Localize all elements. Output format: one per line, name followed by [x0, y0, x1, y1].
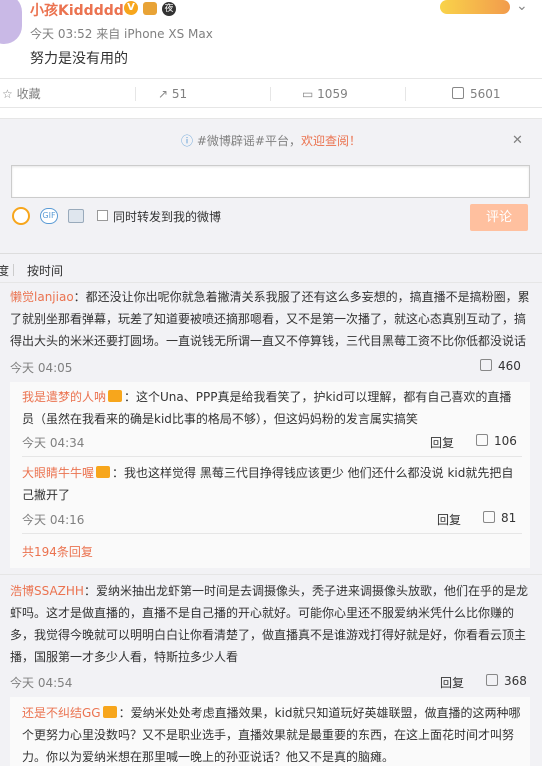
- rumor-notice: ⓘ #微博辟谣#平台，欢迎查阅！: [0, 130, 542, 152]
- thumbs-up-icon: [480, 359, 492, 371]
- reply-item: 大眼睛牛牛喔 ：我也这样觉得 黑莓三代目挣得钱应该更少 他们还什么都没说 kid就…: [22, 462, 522, 506]
- member-badge-icon: [108, 390, 123, 402]
- comment-text: ：都还没让你出呢你就急着撇清关系我服了还有这么多妄想的，搞直播不是搞粉圈，累了就…: [10, 290, 530, 348]
- member-badge-icon: [102, 706, 117, 718]
- post-meta: 今天 03:52 来自 iPhone XS Max: [30, 27, 213, 41]
- member-badge-icon: [96, 466, 111, 478]
- sort-hot[interactable]: 度: [0, 262, 9, 279]
- info-icon: ⓘ: [181, 134, 194, 148]
- thumbs-up-icon: [476, 434, 488, 446]
- reply-button[interactable]: 回复: [437, 511, 461, 528]
- emoji-icon[interactable]: [12, 207, 30, 225]
- thumbs-up-icon: [486, 674, 498, 686]
- reply-like-count: 81: [501, 511, 517, 525]
- comment-icon: ▭: [302, 87, 314, 101]
- comment-count: 1059: [317, 87, 348, 101]
- reply-author[interactable]: 我是遣梦的人呐: [22, 390, 106, 404]
- sort-time[interactable]: 按时间: [27, 262, 63, 279]
- action-bar: ☆ 收藏 ↗ 51 ▭ 1059 5601: [0, 78, 542, 108]
- star-icon: ☆: [2, 87, 13, 101]
- post-username[interactable]: 小孩Kiddddd: [30, 0, 124, 20]
- favorite-button[interactable]: ☆ 收藏: [2, 79, 41, 109]
- reply-like-count: 106: [494, 434, 517, 448]
- promo-banner[interactable]: [440, 0, 510, 14]
- repost-checkbox[interactable]: [97, 210, 108, 221]
- comment-like-count: 368: [504, 674, 527, 688]
- comment-button[interactable]: ▭ 1059: [302, 79, 348, 109]
- night-badge-icon: 夜: [162, 2, 176, 16]
- gif-icon[interactable]: GIF: [40, 208, 58, 224]
- comment-like-button[interactable]: 460: [480, 359, 521, 373]
- comment-author[interactable]: 懒觉lanjiao: [10, 290, 74, 304]
- reply-like-button[interactable]: 81: [483, 511, 516, 525]
- comment-item: 浩博SSAZHH：爱纳米抽出龙虾第一时间是去调摄像头，秃子进来调摄像头放歌，他们…: [10, 580, 530, 668]
- reply-time: 今天 04:34: [22, 436, 85, 450]
- post-content: 努力是没有用的: [30, 51, 128, 67]
- comment-time: 今天 04:54: [10, 676, 73, 690]
- avatar[interactable]: [0, 0, 22, 44]
- reply-time: 今天 04:16: [22, 513, 85, 527]
- favorite-label: 收藏: [16, 87, 41, 101]
- repost-checkbox-label: 同时转发到我的微博: [113, 210, 222, 224]
- chevron-down-icon[interactable]: ⌄: [516, 0, 528, 14]
- like-count: 5601: [470, 87, 501, 101]
- repost-button[interactable]: ↗ 51: [158, 79, 187, 109]
- reply-author[interactable]: 大眼睛牛牛喔: [22, 466, 94, 480]
- member-badge-icon: [143, 2, 157, 15]
- comment-author[interactable]: 浩博SSAZHH: [10, 584, 84, 598]
- reply-item: 还是不纠结GG ：爱纳米处处考虑直播效果，kid就只知道玩好英雄联盟，做直播的这两…: [22, 702, 522, 768]
- reply-item: 我是遣梦的人呐 ：这个Una、PPP真是给我看笑了，护kid可以理解，都有自己喜欢…: [22, 386, 522, 430]
- comment-item: 懒觉lanjiao：都还没让你出呢你就急着撇清关系我服了还有这么多妄想的，搞直播…: [10, 286, 530, 352]
- verified-badge-icon: V: [124, 1, 138, 15]
- comment-input[interactable]: [11, 165, 530, 198]
- comment-time: 今天 04:05: [10, 361, 73, 375]
- reply-like-button[interactable]: 106: [476, 434, 517, 448]
- reply-button[interactable]: 回复: [440, 674, 464, 691]
- sort-bar: 度 按时间: [0, 258, 542, 280]
- notice-link[interactable]: 欢迎查阅！: [301, 134, 361, 148]
- thumbs-up-icon: [483, 511, 495, 523]
- notice-text: #微博辟谣#平台，: [196, 134, 301, 148]
- reply-author[interactable]: 还是不纠结GG: [22, 706, 101, 720]
- comment-like-button[interactable]: 368: [486, 674, 527, 688]
- repost-count: 51: [171, 87, 188, 101]
- thumbs-up-icon: [452, 87, 464, 99]
- more-replies-link[interactable]: 共194条回复: [22, 543, 93, 560]
- repost-icon: ↗: [158, 87, 169, 101]
- comment-text: ：爱纳米抽出龙虾第一时间是去调摄像头，秃子进来调摄像头放歌，他们在乎的是龙虾吗。…: [10, 584, 528, 664]
- like-button[interactable]: 5601: [452, 79, 501, 109]
- close-icon[interactable]: ✕: [512, 133, 523, 148]
- comment-like-count: 460: [498, 359, 521, 373]
- image-icon[interactable]: [68, 209, 84, 223]
- submit-button[interactable]: 评论: [470, 204, 528, 231]
- reply-button[interactable]: 回复: [430, 434, 454, 451]
